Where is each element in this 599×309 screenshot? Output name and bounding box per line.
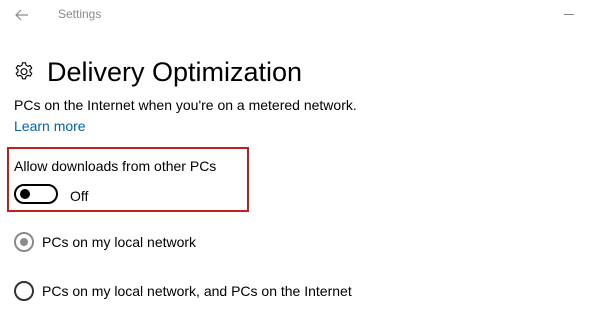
radio-local-and-internet[interactable]: PCs on my local network, and PCs on the … <box>14 280 352 302</box>
description-text: PCs on the Internet when you're on a met… <box>14 97 357 113</box>
allow-downloads-label: Allow downloads from other PCs <box>14 158 217 174</box>
toggle-knob <box>20 189 30 199</box>
gear-icon <box>12 60 36 84</box>
minimize-icon <box>564 14 574 15</box>
toggle-state-text: Off <box>70 188 89 204</box>
radio-local-network[interactable]: PCs on my local network <box>14 231 196 253</box>
back-button[interactable] <box>9 4 35 26</box>
back-arrow-icon <box>15 9 28 21</box>
page-title: Delivery Optimization <box>47 57 303 87</box>
radio-label: PCs on my local network <box>42 234 197 250</box>
radio-button-unchecked[interactable] <box>14 281 34 301</box>
radio-label: PCs on my local network, and PCs on the … <box>42 283 352 299</box>
app-title: Settings <box>58 7 102 21</box>
page-header: Delivery Optimization <box>12 53 302 91</box>
allow-downloads-toggle[interactable] <box>14 184 58 204</box>
radio-button-checked[interactable] <box>14 232 34 252</box>
minimize-button[interactable] <box>549 6 589 28</box>
settings-window: Settings Delivery Optimization PCs on th… <box>0 0 599 309</box>
learn-more-link[interactable]: Learn more <box>14 117 86 135</box>
radio-dot <box>20 238 28 246</box>
